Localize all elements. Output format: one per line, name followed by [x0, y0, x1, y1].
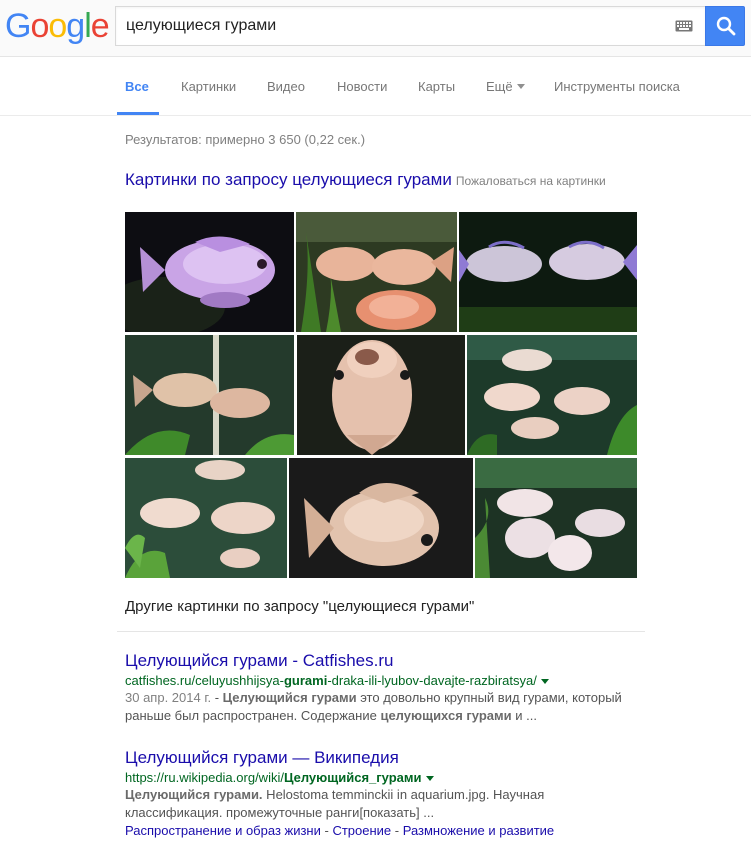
search-result: Целующийся гурами - Catfishes.ru catfish… [125, 651, 645, 725]
image-thumbnail[interactable] [475, 458, 637, 578]
tab-images[interactable]: Картинки [181, 79, 236, 94]
images-heading-link[interactable]: Картинки по запросу целующиеся гурами [125, 170, 452, 189]
result-title-link[interactable]: Целующийся гурами - Catfishes.ru [125, 651, 645, 671]
keyboard-icon[interactable] [675, 20, 693, 32]
more-images-link[interactable]: Другие картинки по запросу "целующиеся г… [125, 598, 474, 615]
image-thumbnail[interactable] [459, 212, 637, 332]
search-result: Целующийся гурами — Википедия https://ru… [125, 748, 645, 840]
image-thumbnail[interactable] [125, 212, 294, 332]
tab-maps[interactable]: Карты [418, 79, 455, 94]
divider [117, 631, 645, 632]
url-text: https://ru.wikipedia.org/wiki/ [125, 770, 284, 785]
google-logo[interactable]: Google [5, 6, 110, 46]
logo-letter: G [5, 7, 31, 45]
tab-all[interactable]: Все [125, 79, 149, 94]
snippet-text: - [211, 690, 223, 705]
url-bold: Целующийся_гурами [283, 770, 422, 785]
image-thumbnail[interactable] [289, 458, 473, 578]
header: Google [0, 0, 751, 57]
snippet-bold: Целующийся гурами. [125, 787, 263, 802]
search-input[interactable] [126, 7, 666, 45]
separator: - [391, 823, 403, 838]
sitelink[interactable]: Размножение и развитие [403, 823, 554, 838]
tab-video[interactable]: Видео [267, 79, 305, 94]
result-url: catfishes.ru/celuyushhijsya-gurami-draka… [125, 673, 645, 688]
snippet-bold: целующихся гурами [380, 708, 512, 723]
tab-more-label: Ещё [486, 79, 513, 94]
search-icon [716, 16, 736, 36]
search-box [115, 6, 705, 46]
result-snippet: Целующийся гурами. Helostoma temminckii … [125, 786, 645, 822]
active-tab-indicator [117, 112, 159, 115]
logo-letter: o [48, 7, 67, 45]
sitelink[interactable]: Распространение и образ жизни [125, 823, 321, 838]
logo-letter: e [90, 7, 110, 45]
report-images-link[interactable]: Пожаловаться на картинки [456, 174, 606, 188]
image-thumbnail[interactable] [467, 335, 637, 455]
result-stats: Результатов: примерно 3 650 (0,22 сек.) [125, 132, 366, 147]
logo-letter: o [30, 7, 49, 45]
result-title-link[interactable]: Целующийся гурами — Википедия [125, 748, 645, 768]
search-button[interactable] [705, 6, 745, 46]
caret-down-icon [516, 84, 525, 90]
tab-search-tools[interactable]: Инструменты поиска [554, 79, 680, 94]
result-date: 30 апр. 2014 г. [125, 690, 212, 705]
result-snippet: 30 апр. 2014 г. - Целующийся гурами это … [125, 689, 645, 725]
url-dropdown-arrow-icon[interactable] [540, 679, 549, 685]
tab-news[interactable]: Новости [337, 79, 387, 94]
url-bold: gurami [283, 673, 328, 688]
url-text: -draka-ili-lyubov-davajte-razbiratsya/ [327, 673, 537, 688]
url-dropdown-arrow-icon[interactable] [425, 776, 434, 782]
snippet-text: и ... [511, 708, 537, 723]
search-tabs: Все Картинки Видео Новости Карты Ещё Инс… [0, 57, 751, 116]
separator: - [320, 823, 333, 838]
sitelinks: Распространение и образ жизни - Строение… [125, 822, 645, 840]
result-url: https://ru.wikipedia.org/wiki/Целующийся… [125, 770, 645, 785]
tab-more[interactable]: Ещё [486, 79, 525, 94]
image-thumbnail[interactable] [296, 212, 457, 332]
image-thumbnail[interactable] [297, 335, 465, 455]
url-text: catfishes.ru/celuyushhijsya- [125, 673, 284, 688]
sitelink[interactable]: Строение [332, 823, 391, 838]
image-thumbnail[interactable] [125, 458, 287, 578]
image-thumbnail[interactable] [125, 335, 294, 455]
logo-letter: g [66, 7, 85, 45]
snippet-bold: Целующийся гурами [222, 690, 357, 705]
images-heading: Картинки по запросу целующиеся гурами Пож… [125, 170, 606, 190]
